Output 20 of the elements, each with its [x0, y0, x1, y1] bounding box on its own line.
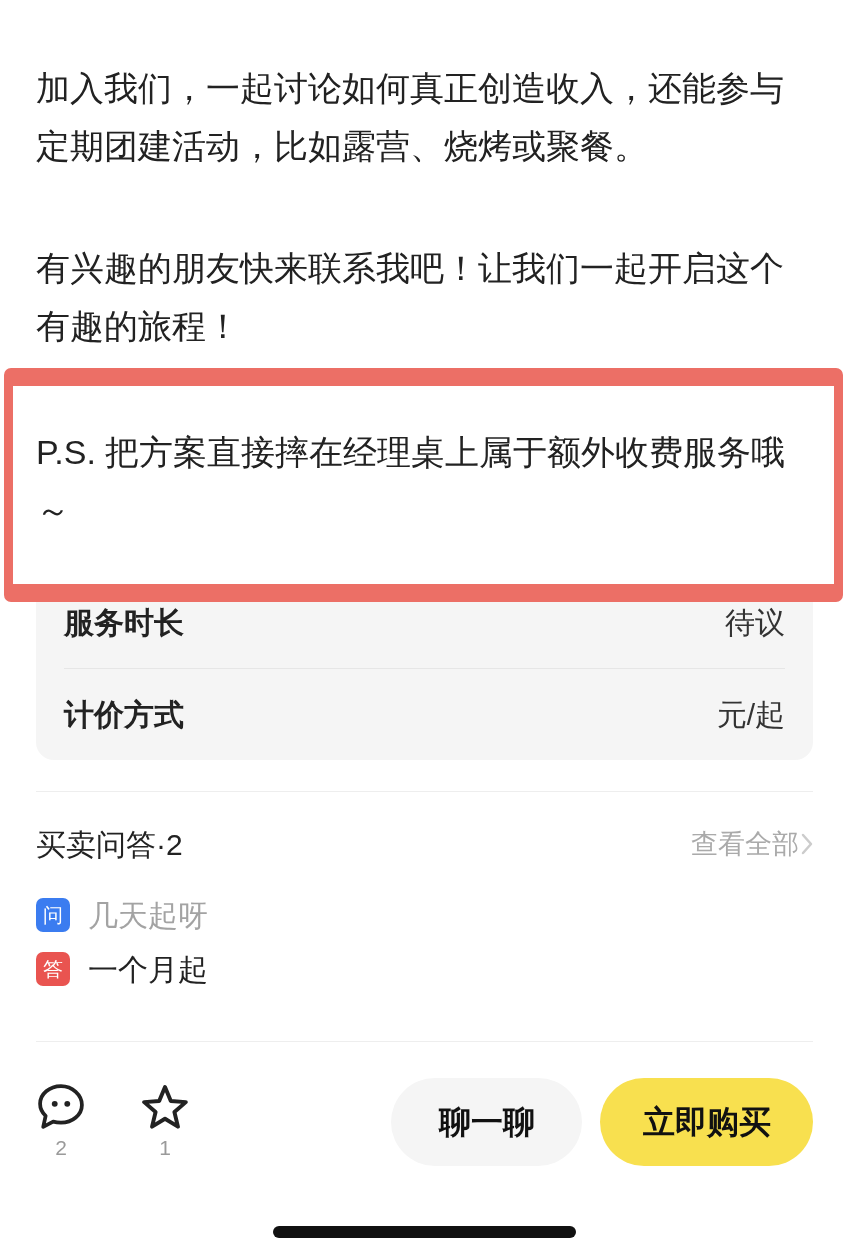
- paragraph: 有兴趣的朋友快来联系我吧！让我们一起开启这个有趣的旅程！: [36, 248, 785, 347]
- note-text: P.S. 把方案直接摔在经理桌上属于额外收费服务哦～: [36, 432, 787, 531]
- star-icon: [142, 1084, 188, 1130]
- detail-value: 元/起: [716, 697, 785, 733]
- answer-text: 一个月起: [88, 951, 208, 988]
- favorite-button[interactable]: 1: [140, 1078, 190, 1160]
- section-title: 买卖问答·2: [36, 826, 183, 863]
- question-text: 几天起呀: [88, 897, 208, 934]
- view-all-link[interactable]: 查看全部: [691, 823, 813, 865]
- detail-value: 待议: [725, 604, 785, 641]
- comment-button[interactable]: 2: [36, 1078, 86, 1160]
- detail-label: 计价方式: [64, 697, 184, 733]
- buy-now-button[interactable]: 立即购买: [600, 1078, 813, 1166]
- answer-tag: 答: [36, 952, 70, 986]
- chat-button[interactable]: 聊一聊: [391, 1078, 582, 1166]
- paragraph: 加入我们，一起讨论如何真正创造收入，还能参与定期团建活动，比如露营、烧烤或聚餐。: [36, 68, 785, 167]
- question-tag: 问: [36, 898, 70, 932]
- speech-bubble-icon: [38, 1084, 84, 1130]
- detail-label: 服务时长: [64, 604, 184, 641]
- chevron-right-icon: [801, 833, 813, 855]
